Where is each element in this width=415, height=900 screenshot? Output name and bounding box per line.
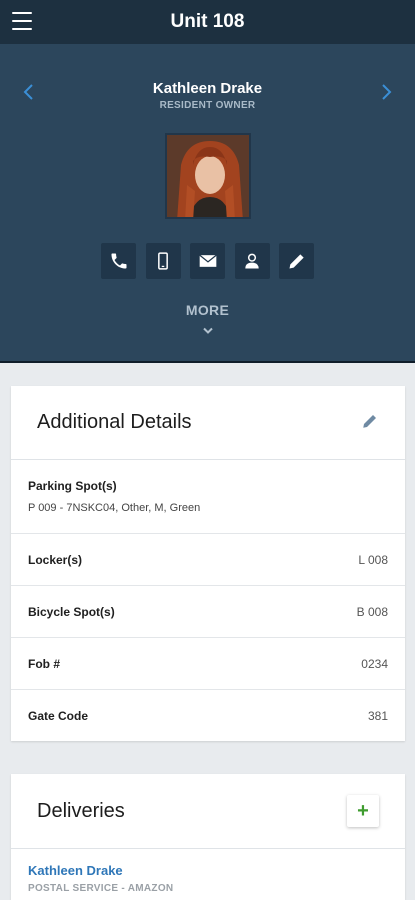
detail-row-bicycle: Bicycle Spot(s) B 008: [11, 586, 405, 638]
resident-profile-panel: Kathleen Drake RESIDENT OWNER MORE: [0, 44, 415, 363]
mobile-icon[interactable]: [145, 243, 181, 279]
deliveries-card: Deliveries + Kathleen Drake POSTAL SERVI…: [11, 774, 405, 900]
phone-icon[interactable]: [101, 243, 136, 279]
detail-value: P 009 - 7NSKC04, Other, M, Green: [28, 502, 201, 514]
detail-value: 381: [367, 709, 388, 723]
card-title: Additional Details: [37, 411, 192, 433]
deliveries-header: Deliveries +: [11, 774, 405, 849]
additional-details-card: Additional Details Parking Spot(s) P 009…: [11, 386, 405, 741]
contact-icon[interactable]: [234, 243, 270, 279]
more-button[interactable]: MORE: [0, 302, 415, 318]
contact-actions: [101, 243, 314, 279]
additional-details-header: Additional Details: [11, 386, 405, 460]
detail-label: Gate Code: [28, 709, 89, 723]
resident-avatar: [165, 133, 251, 219]
add-delivery-button[interactable]: +: [347, 795, 379, 827]
card-title: Deliveries: [37, 799, 125, 822]
detail-label: Locker(s): [28, 552, 83, 567]
resident-role: RESIDENT OWNER: [159, 100, 256, 111]
detail-value: B 008: [356, 604, 388, 619]
detail-label: Fob #: [28, 656, 60, 671]
hamburger-menu-icon[interactable]: [12, 12, 32, 30]
detail-row-fob: Fob # 0234: [11, 638, 405, 690]
detail-value: 0234: [361, 656, 388, 671]
delivery-service: POSTAL SERVICE - AMAZON: [28, 883, 174, 894]
chevron-down-icon[interactable]: [201, 322, 215, 334]
detail-label: Parking Spot(s): [28, 479, 117, 493]
detail-row-locker: Locker(s) L 008: [11, 534, 405, 586]
pencil-icon[interactable]: [279, 243, 314, 279]
detail-row-gate-code: Gate Code 381: [11, 690, 405, 742]
page-title: Unit 108: [170, 11, 245, 32]
delivery-list-item[interactable]: Kathleen Drake POSTAL SERVICE - AMAZON: [11, 849, 405, 900]
resident-name: Kathleen Drake: [152, 80, 263, 97]
detail-value: L 008: [358, 552, 388, 567]
delivery-recipient-link[interactable]: Kathleen Drake: [28, 863, 388, 878]
top-bar: Unit 108: [0, 0, 415, 44]
edit-pencil-icon[interactable]: [361, 412, 379, 430]
mail-icon[interactable]: [190, 243, 225, 279]
detail-label: Bicycle Spot(s): [28, 604, 115, 619]
detail-row-parking: Parking Spot(s) P 009 - 7NSKC04, Other, …: [11, 460, 405, 534]
